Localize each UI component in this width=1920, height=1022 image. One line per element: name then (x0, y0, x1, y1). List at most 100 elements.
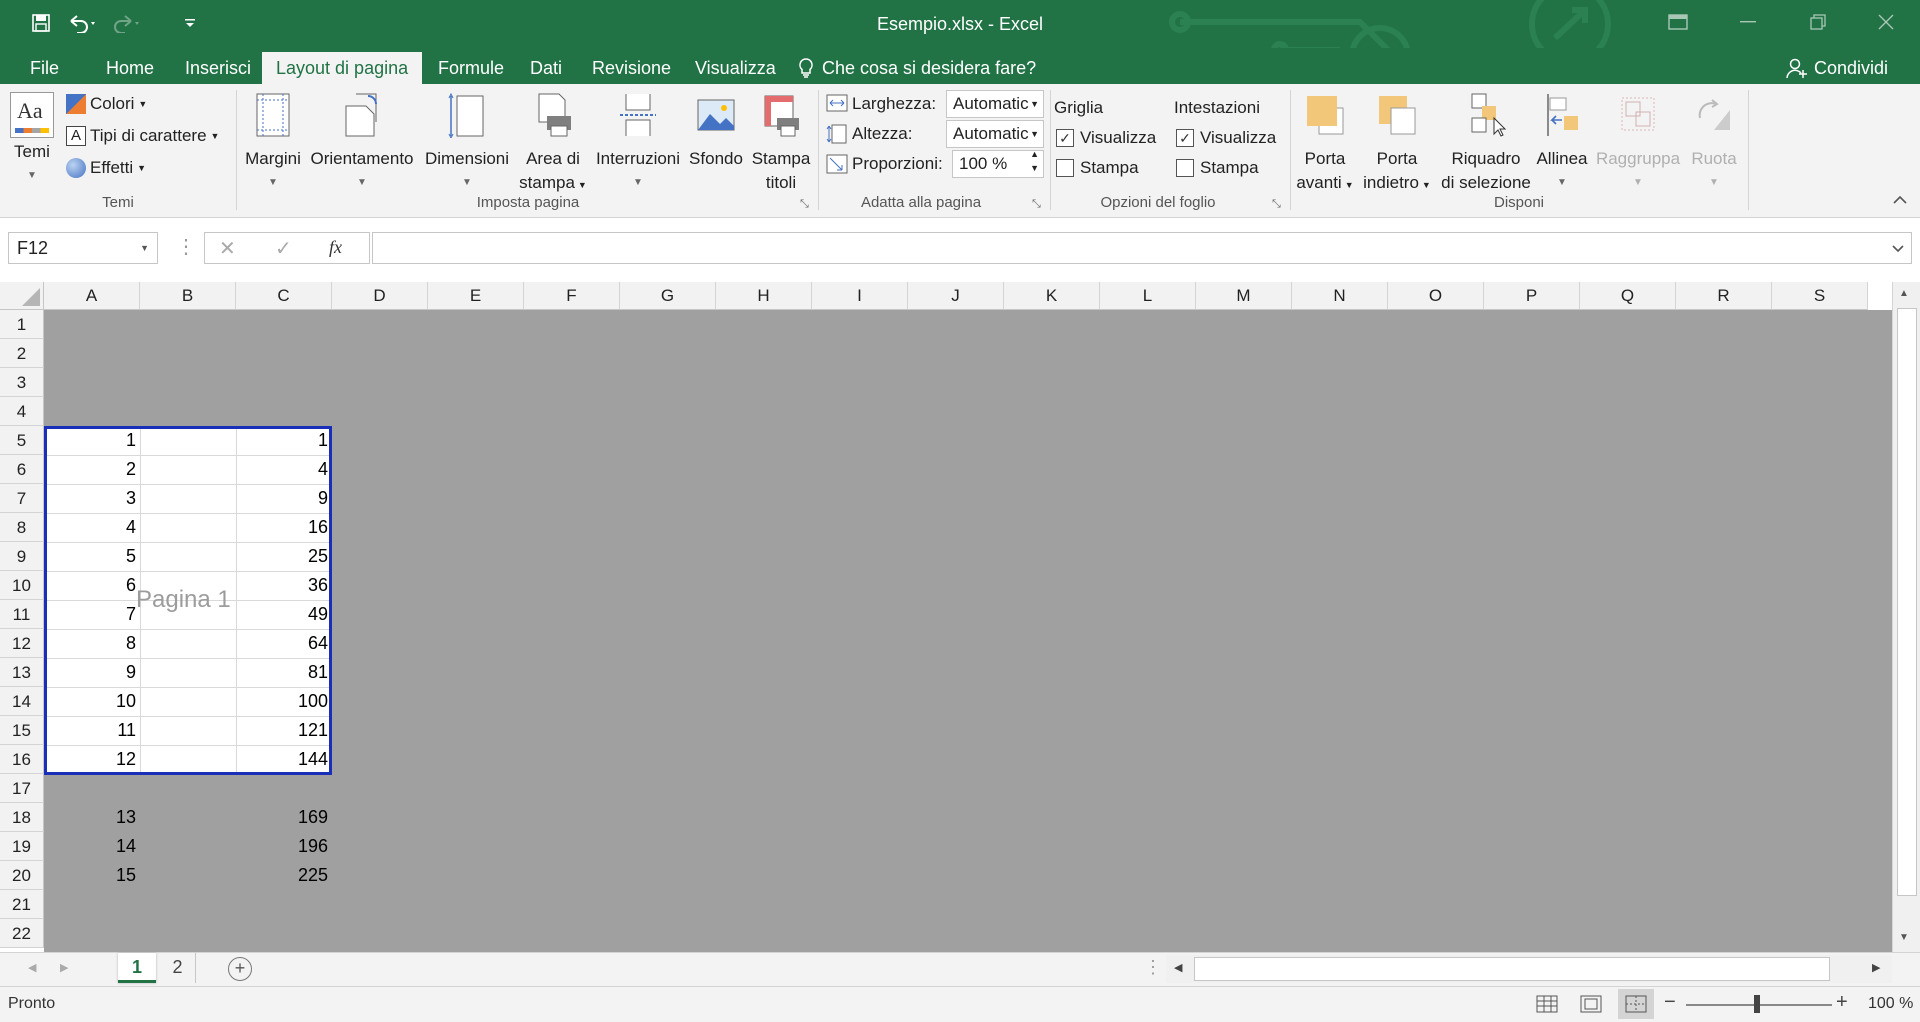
tab-inserisci[interactable]: Inserisci (171, 52, 265, 84)
larghezza-select[interactable]: Automatic ▼ (946, 90, 1044, 118)
orientamento-button[interactable]: Orientamento ▼ (306, 92, 418, 195)
zoom-slider-thumb[interactable] (1754, 995, 1760, 1013)
column-header-n[interactable]: N (1292, 282, 1388, 310)
sheet-tab-2[interactable]: 2 (160, 953, 196, 983)
column-header-g[interactable]: G (620, 282, 716, 310)
horizontal-scrollbar[interactable]: ◀ ▶ (1166, 955, 1892, 983)
row-header-4[interactable]: 4 (0, 397, 44, 426)
row-header-19[interactable]: 19 (0, 832, 44, 861)
scroll-right-icon[interactable]: ▶ (1872, 961, 1880, 974)
column-header-i[interactable]: I (812, 282, 908, 310)
row-header-14[interactable]: 14 (0, 687, 44, 716)
row-header-13[interactable]: 13 (0, 658, 44, 687)
row-header-15[interactable]: 15 (0, 716, 44, 745)
row-header-22[interactable]: 22 (0, 919, 44, 948)
row-header-11[interactable]: 11 (0, 600, 44, 629)
scroll-sheets-right-icon[interactable]: ▶ (60, 961, 68, 974)
altezza-select[interactable]: Automatic ▼ (946, 120, 1044, 148)
dimensioni-button[interactable]: Dimensioni ▼ (420, 92, 514, 195)
effetti-button[interactable]: Effetti ▼ (66, 158, 146, 178)
column-header-r[interactable]: R (1676, 282, 1772, 310)
cancel-icon[interactable]: ✕ (219, 236, 236, 261)
column-header-b[interactable]: B (140, 282, 236, 310)
tell-me-box[interactable]: Che cosa si desidera fare? (796, 52, 1036, 84)
row-header-9[interactable]: 9 (0, 542, 44, 571)
column-header-e[interactable]: E (428, 282, 524, 310)
column-header-d[interactable]: D (332, 282, 428, 310)
column-header-f[interactable]: F (524, 282, 620, 310)
scroll-down-icon[interactable]: ▼ (1899, 932, 1909, 943)
page-break-view-icon[interactable] (1618, 989, 1654, 1019)
horizontal-scroll-thumb[interactable] (1194, 957, 1830, 981)
dialog-launcher-icon[interactable]: ⤡ (800, 198, 809, 211)
normal-view-icon[interactable] (1536, 995, 1558, 1018)
proporzioni-spinner[interactable]: 100 % ▲ ▼ (952, 149, 1044, 178)
restore-icon[interactable] (1790, 0, 1846, 44)
close-icon[interactable] (1858, 0, 1914, 44)
row-header-7[interactable]: 7 (0, 484, 44, 513)
tab-layout-di-pagina[interactable]: Layout di pagina (262, 52, 423, 84)
collapse-ribbon-icon[interactable] (1892, 192, 1908, 210)
riquadro-selezione-button[interactable]: Riquadro di selezione (1438, 92, 1534, 195)
formula-input[interactable] (372, 232, 1912, 264)
tab-file[interactable]: File (16, 52, 73, 84)
margini-button[interactable]: Margini ▼ (240, 92, 306, 195)
row-header-20[interactable]: 20 (0, 861, 44, 890)
tab-dati[interactable]: Dati (516, 52, 576, 84)
row-header-21[interactable]: 21 (0, 890, 44, 919)
dialog-launcher-icon[interactable]: ⤡ (1032, 198, 1041, 211)
row-header-10[interactable]: 10 (0, 571, 44, 600)
griglia-stampa-checkbox[interactable]: Stampa (1056, 158, 1139, 178)
row-header-8[interactable]: 8 (0, 513, 44, 542)
vertical-scrollbar[interactable]: ▲ ▼ (1892, 282, 1920, 952)
row-header-17[interactable]: 17 (0, 774, 44, 803)
griglia-visualizza-checkbox[interactable]: ✓ Visualizza (1056, 128, 1156, 148)
cell-a18[interactable]: 13 (44, 803, 140, 832)
intestazioni-visualizza-checkbox[interactable]: ✓ Visualizza (1176, 128, 1276, 148)
sfondo-button[interactable]: Sfondo (684, 92, 748, 171)
zoom-out-icon[interactable]: − (1664, 991, 1676, 1014)
column-header-c[interactable]: C (236, 282, 332, 310)
ribbon-display-options-icon[interactable] (1650, 0, 1706, 44)
cell-a20[interactable]: 15 (44, 861, 140, 890)
share-button[interactable]: Condividi (1786, 52, 1888, 84)
scroll-up-icon[interactable]: ▲ (1899, 288, 1909, 299)
select-all-corner[interactable] (0, 282, 44, 310)
zoom-level[interactable]: 100 % (1868, 995, 1913, 1013)
porta-avanti-button[interactable]: Porta avanti ▼ (1294, 92, 1356, 197)
row-header-2[interactable]: 2 (0, 339, 44, 368)
column-header-m[interactable]: M (1196, 282, 1292, 310)
cell-a19[interactable]: 14 (44, 832, 140, 861)
column-header-l[interactable]: L (1100, 282, 1196, 310)
column-header-p[interactable]: P (1484, 282, 1580, 310)
row-header-18[interactable]: 18 (0, 803, 44, 832)
stampa-titoli-button[interactable]: Stampa titoli (748, 92, 814, 195)
zoom-in-icon[interactable]: + (1836, 991, 1848, 1014)
allinea-button[interactable]: Allinea ▼ (1534, 92, 1590, 195)
row-header-3[interactable]: 3 (0, 368, 44, 397)
new-sheet-icon[interactable]: + (228, 957, 252, 981)
row-header-16[interactable]: 16 (0, 745, 44, 774)
row-header-12[interactable]: 12 (0, 629, 44, 658)
intestazioni-stampa-checkbox[interactable]: Stampa (1176, 158, 1259, 178)
expand-formula-icon[interactable] (1891, 233, 1905, 263)
column-header-h[interactable]: H (716, 282, 812, 310)
cell-c18[interactable]: 169 (236, 803, 332, 832)
interruzioni-button[interactable]: Interruzioni ▼ (592, 92, 684, 195)
tab-visualizza[interactable]: Visualizza (681, 52, 790, 84)
tipi-carattere-button[interactable]: A Tipi di carattere ▼ (66, 126, 219, 146)
page-break-border[interactable] (44, 426, 332, 775)
tab-home[interactable]: Home (92, 52, 168, 84)
dialog-launcher-icon[interactable]: ⤡ (1272, 198, 1281, 211)
tab-formule[interactable]: Formule (424, 52, 518, 84)
page-break-preview-area[interactable]: Pagina 1 1 1 2 4 3 9 4 16 5 25 6 36 7 49 8 64 9 81 10 100 11… (44, 310, 1892, 952)
column-header-k[interactable]: K (1004, 282, 1100, 310)
sheet-tab-1[interactable]: 1 (118, 953, 156, 983)
column-header-j[interactable]: J (908, 282, 1004, 310)
splitter-dots-icon[interactable]: ⋮ (1144, 957, 1162, 978)
temi-button[interactable]: Aa Temi ▼ (8, 92, 56, 188)
scroll-sheets-left-icon[interactable]: ◀ (28, 961, 36, 974)
vertical-scroll-thumb[interactable] (1897, 308, 1917, 896)
row-header-5[interactable]: 5 (0, 426, 44, 455)
column-header-q[interactable]: Q (1580, 282, 1676, 310)
